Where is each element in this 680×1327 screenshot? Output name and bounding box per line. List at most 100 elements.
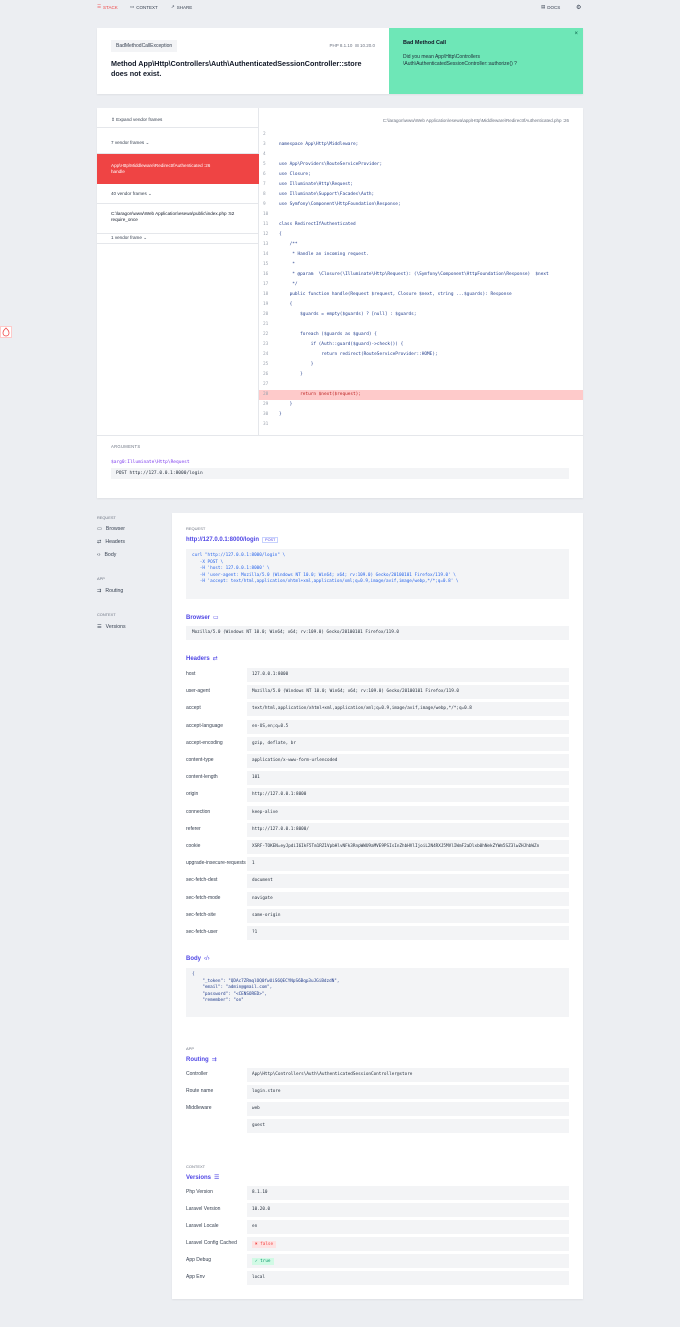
code-line: 6 use Closure; [259, 170, 583, 180]
browser-title: Browser ▭ [186, 614, 219, 622]
routing-row: Route name login.store [186, 1085, 569, 1099]
headers-icon: ⇄ [212, 656, 218, 662]
frame-item[interactable]: C:\laragon\www\Web Application\esewa\pub… [97, 204, 259, 234]
code-line: 10 [259, 210, 583, 220]
code-line: 3 namespace App\Http\Middleware; [259, 140, 583, 150]
code-line: 23 if (Auth::guard($guard)->check()) { [259, 340, 583, 350]
header-row: accept text/html,application/xhtml+xml,ap… [186, 702, 569, 717]
line-number: 10 [263, 212, 269, 217]
header-row: content-type application/x-www-form-urlen… [186, 754, 569, 768]
browser-value: Mozilla/5.0 (Windows NT 10.0; Win64; x64… [186, 626, 569, 640]
code-line: 2 [259, 130, 583, 140]
line-number: 14 [263, 252, 269, 257]
row-value: login.store [247, 1085, 569, 1099]
code-line: 7 use Illuminate\Http\Request; [259, 180, 583, 190]
browser-icon: ▭ [213, 615, 219, 621]
arguments-panel: Arguments $arg0:Illuminate\Http\Request … [97, 435, 583, 498]
headers-title: Headers ⇄ [186, 655, 218, 663]
row-key: Php Version [186, 1189, 213, 1195]
header-row: sec-fetch-mode navigate [186, 891, 569, 906]
code-line: 26 } [259, 370, 583, 380]
line-code: } [279, 402, 293, 407]
nav-docs[interactable]: ▤ Docs [541, 4, 560, 10]
header-row: content-length 101 [186, 771, 569, 786]
row-key: content-length [186, 774, 218, 781]
routing-icon: ⇉ [97, 588, 102, 594]
chevron-down-icon: ⌄ [143, 235, 148, 240]
sidebar-item-routing[interactable]: ⇉ Routing [97, 588, 123, 594]
settings-button[interactable]: ⚙ [576, 4, 581, 11]
line-code: use Illuminate\Http\Request; [279, 182, 354, 187]
row-key: host [186, 671, 196, 677]
row-key: Laravel Version [186, 1206, 221, 1212]
chevron-down-icon: ⌄ [148, 191, 152, 196]
sidebar-item-body[interactable]: ‹› Body [97, 552, 116, 558]
vendor-frames-toggle[interactable]: 1 vendor frame ⌄ [97, 234, 259, 244]
row-value: application/x-www-form-urlencoded [247, 754, 569, 768]
code-file-path[interactable]: C:\laragon\www\Web Application\esewa\app… [383, 118, 569, 123]
exception-class-badge: BadMethodCallException [111, 40, 178, 52]
row-key: connection [186, 808, 211, 815]
row-key: App Env [186, 1274, 205, 1280]
exception-card: BadMethodCallException PHP 8.1.10 ⊟ 10.2… [97, 28, 583, 94]
versions-title: Versions ☰ [186, 1174, 220, 1182]
row-key: user-agent [186, 688, 210, 695]
row-value: text/html,application/xhtml+xml,applicat… [247, 702, 569, 717]
laravel-icon: ⊟ [354, 43, 359, 48]
line-code: class RedirectIfAuthenticated [279, 222, 356, 227]
code-line: 12 { [259, 230, 583, 240]
code-line: 19 { [259, 300, 583, 310]
vendor-frames-toggle[interactable]: 7 vendor frames ⌄ [97, 132, 259, 154]
sidebar-item-headers[interactable]: ⇄ Headers [97, 539, 125, 545]
row-value: ?1 [247, 926, 569, 940]
row-value: same-origin [247, 908, 569, 923]
sidebar-item-browser[interactable]: ▭ Browser [97, 526, 125, 532]
row-value: ✓ true [247, 1254, 569, 1268]
code-line: 21 [259, 320, 583, 330]
row-key: Route name [186, 1088, 214, 1094]
version-row: App Debug ✓ true [186, 1254, 569, 1268]
line-number: 26 [263, 372, 269, 377]
vendor-frames-toggle[interactable]: 40 vendor frames ⌄ [97, 184, 259, 204]
nav-share[interactable]: ↗ Share [171, 4, 192, 10]
nav-stack[interactable]: ☰ Stack [97, 4, 118, 10]
expand-vendor-frames-button[interactable]: ⇕ Expand vendor frames [97, 112, 259, 128]
code-line: 17 */ [259, 280, 583, 290]
row-value: 127.0.0.1:8000 [247, 668, 569, 682]
row-key: accept [186, 705, 201, 712]
row-value: App\Http\Controllers\Auth\AuthenticatedS… [247, 1068, 569, 1082]
line-number: 25 [263, 362, 269, 367]
code-icon: ‹› [97, 552, 101, 558]
sidebar-item-versions[interactable]: ☰ Versions [97, 624, 126, 630]
body-title: Body ‹/› [186, 956, 210, 962]
row-key: upgrade-insecure-requests [186, 860, 246, 867]
code-line: 9 use Symfony\Component\HttpFoundation\Re… [259, 200, 583, 210]
frame-selected[interactable]: App\Http\Middleware\RedirectIfAuthentica… [97, 154, 259, 184]
code-line: 25 } [259, 360, 583, 370]
docs-icon: ▤ [541, 4, 546, 9]
solution-text: Did you mean App\Http\Controllers \Auth\… [403, 54, 517, 67]
nav-context[interactable]: ▭ Context [130, 4, 158, 10]
line-code: * [279, 262, 295, 267]
versions-icon: ☰ [214, 1175, 220, 1181]
row-key: Middleware [186, 1105, 212, 1111]
row-value: Mozilla/5.0 (Windows NT 10.0; Win64; x64… [247, 685, 569, 700]
row-value: en [247, 1220, 569, 1234]
routing-row: Middleware web [186, 1102, 569, 1116]
line-number: 30 [263, 412, 269, 417]
frames-list: ⇕ Expand vendor frames 7 vendor frames ⌄… [97, 108, 259, 435]
line-code: use Symfony\Component\HttpFoundation\Res… [279, 202, 401, 207]
row-value: document [247, 874, 569, 889]
row-value: local [247, 1271, 569, 1285]
row-key: sec-fetch-site [186, 911, 216, 918]
code-line: 24 return redirect(RouteServiceProvider:… [259, 350, 583, 360]
stack-icon: ☰ [97, 4, 102, 9]
code-line: 4 [259, 150, 583, 160]
row-value: http://127.0.0.1:8000 [247, 788, 569, 803]
line-number: 24 [263, 352, 269, 357]
row-key: Laravel Config Cached [186, 1240, 237, 1246]
close-icon[interactable]: × [574, 31, 578, 37]
request-url[interactable]: http://127.0.0.1:8000/login POST [186, 537, 279, 543]
line-code: use App\Providers\RouteServiceProvider; [279, 162, 383, 167]
line-number: 19 [263, 302, 269, 307]
